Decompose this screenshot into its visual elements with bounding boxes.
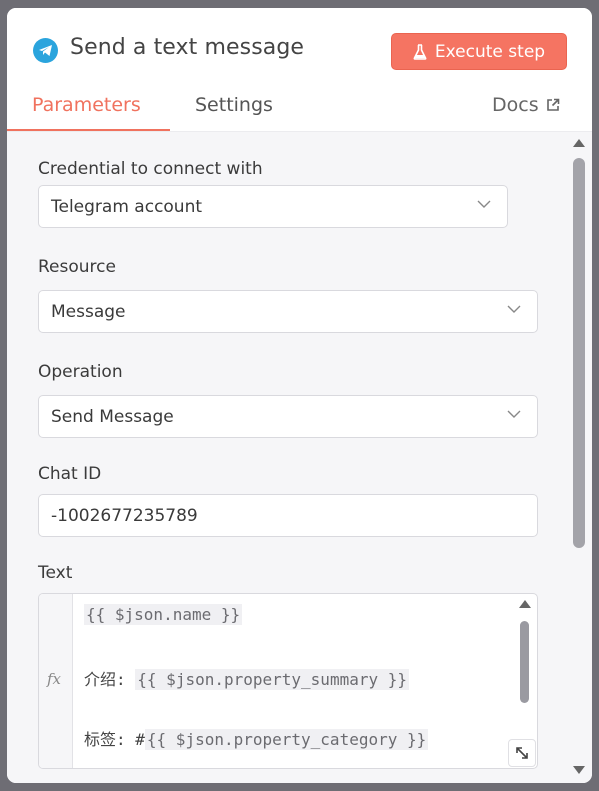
telegram-icon [33,38,58,63]
text-prefix: 标签: # [84,730,145,749]
expand-icon [516,747,528,759]
parameters-content: Credential to connect with Telegram acco… [7,131,592,783]
node-panel: Send a text message Execute step Paramet… [7,8,592,783]
text-prefix: 介绍: [84,670,136,689]
credential-label: Credential to connect with [38,159,263,179]
panel-header: Send a text message Execute step [7,8,592,94]
operation-select[interactable]: Send Message [38,395,538,438]
operation-value: Send Message [51,406,174,427]
chevron-down-icon [477,200,491,208]
tab-settings[interactable]: Settings [195,94,273,116]
tab-docs[interactable]: Docs [492,94,560,116]
expression-gutter: fx [39,594,73,768]
tab-parameters[interactable]: Parameters [32,94,141,116]
text-label: Text [38,563,73,583]
resource-value: Message [51,301,126,322]
expression-token: {{ $json.name }} [84,604,243,625]
operation-label: Operation [38,362,123,382]
execute-step-label: Execute step [434,41,546,62]
editor-scrollbar-thumb[interactable] [520,621,529,703]
scroll-up-arrow-icon[interactable] [572,138,586,148]
expression-token: {{ $json.property_summary }} [135,669,409,690]
node-title: Send a text message [70,35,305,60]
resource-label: Resource [38,257,116,277]
expand-editor-button[interactable] [508,739,536,767]
scroll-up-arrow-icon[interactable] [518,599,532,609]
external-link-icon [546,98,559,111]
expression-token: {{ $json.property_category }} [144,729,429,750]
tab-bar: Parameters Settings Docs [7,88,592,132]
scroll-down-arrow-icon[interactable] [572,765,586,775]
docs-label: Docs [492,94,539,116]
credential-select[interactable]: Telegram account [38,185,508,228]
credential-value: Telegram account [51,196,203,217]
chat-id-label: Chat ID [38,464,102,484]
text-line-2: 介绍: {{ $json.property_summary }} [84,666,409,690]
chevron-down-icon [507,305,521,313]
panel-scrollbar-thumb[interactable] [573,158,585,548]
text-expression-editor[interactable]: fx {{ $json.name }} 介绍: {{ $json.propert… [38,593,538,769]
chat-id-value: -1002677235789 [51,505,198,526]
chevron-down-icon [507,410,521,418]
fx-icon: fx [47,670,62,688]
text-line-3: 标签: #{{ $json.property_category }} [84,726,429,750]
execute-step-button[interactable]: Execute step [391,33,567,70]
resource-select[interactable]: Message [38,290,538,333]
text-line-1: {{ $json.name }} [84,604,243,625]
flask-icon [413,43,427,60]
chat-id-input[interactable]: -1002677235789 [38,494,538,537]
